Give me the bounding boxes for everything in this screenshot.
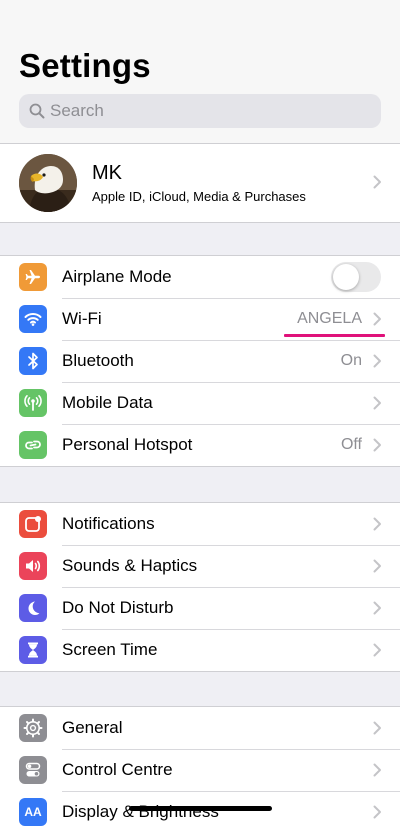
chevron-right-icon bbox=[373, 175, 381, 189]
row-separator bbox=[62, 340, 400, 341]
row-label: Mobile Data bbox=[62, 393, 153, 412]
row-label: Notifications bbox=[62, 514, 155, 533]
row-separator bbox=[62, 424, 400, 425]
bluetooth-status: On bbox=[340, 352, 362, 369]
settings-row-mobile-data[interactable]: Mobile Data bbox=[0, 382, 400, 424]
chevron-right-icon bbox=[373, 559, 381, 573]
chevron-right-icon bbox=[373, 517, 381, 531]
wifi-network-name: ANGELA bbox=[297, 310, 362, 327]
row-separator bbox=[62, 382, 400, 383]
chevron-right-icon bbox=[373, 721, 381, 735]
hotspot-chain-icon bbox=[19, 431, 47, 459]
avatar bbox=[19, 154, 77, 212]
notifications-icon bbox=[19, 510, 47, 538]
settings-row-bluetooth[interactable]: Bluetooth On bbox=[0, 340, 400, 382]
notifications-group: Notifications Sounds & Haptics Do Not Di… bbox=[0, 502, 400, 672]
home-indicator[interactable] bbox=[129, 806, 272, 811]
bluetooth-icon bbox=[19, 347, 47, 375]
chevron-right-icon bbox=[373, 805, 381, 819]
row-separator bbox=[62, 791, 400, 792]
row-label: Wi-Fi bbox=[62, 309, 102, 328]
row-separator bbox=[62, 298, 400, 299]
settings-row-notifications[interactable]: Notifications bbox=[0, 503, 400, 545]
row-label: Display & Brightness bbox=[62, 802, 219, 821]
gear-icon bbox=[19, 714, 47, 742]
row-separator bbox=[62, 545, 400, 546]
general-group: General Control Centre AA Display & Brig… bbox=[0, 706, 400, 833]
airplane-icon bbox=[19, 263, 47, 291]
row-separator bbox=[62, 749, 400, 750]
settings-row-sounds-haptics[interactable]: Sounds & Haptics bbox=[0, 545, 400, 587]
airplane-mode-toggle[interactable] bbox=[331, 262, 381, 292]
chevron-right-icon bbox=[373, 763, 381, 777]
row-label: Bluetooth bbox=[62, 351, 134, 370]
row-label: Personal Hotspot bbox=[62, 435, 193, 454]
chevron-right-icon bbox=[373, 643, 381, 657]
row-label: Airplane Mode bbox=[62, 267, 172, 286]
search-placeholder: Search bbox=[50, 101, 104, 120]
toggle-knob bbox=[333, 264, 359, 290]
speaker-icon bbox=[19, 552, 47, 580]
row-label: Do Not Disturb bbox=[62, 598, 174, 617]
hourglass-icon bbox=[19, 636, 47, 664]
settings-row-personal-hotspot[interactable]: Personal Hotspot Off bbox=[0, 424, 400, 466]
settings-row-general[interactable]: General bbox=[0, 707, 400, 749]
search-icon bbox=[28, 102, 46, 120]
wifi-icon bbox=[19, 305, 47, 333]
settings-row-display-brightness[interactable]: AA Display & Brightness bbox=[0, 791, 400, 833]
chevron-right-icon bbox=[373, 438, 381, 452]
chevron-right-icon bbox=[373, 354, 381, 368]
settings-row-do-not-disturb[interactable]: Do Not Disturb bbox=[0, 587, 400, 629]
profile-name: MK bbox=[92, 162, 122, 184]
profile-row[interactable]: MK Apple ID, iCloud, Media & Purchases bbox=[0, 143, 400, 223]
text-size-glyph: AA bbox=[24, 805, 42, 819]
connectivity-group: Airplane Mode Wi-Fi ANGELA Bluetooth On … bbox=[0, 255, 400, 467]
row-label: Control Centre bbox=[62, 760, 173, 779]
profile-subtitle: Apple ID, iCloud, Media & Purchases bbox=[92, 189, 306, 204]
settings-row-screen-time[interactable]: Screen Time bbox=[0, 629, 400, 671]
moon-icon bbox=[19, 594, 47, 622]
switches-icon bbox=[19, 756, 47, 784]
row-separator bbox=[62, 587, 400, 588]
chevron-right-icon bbox=[373, 601, 381, 615]
chevron-right-icon bbox=[373, 396, 381, 410]
row-label: Screen Time bbox=[62, 640, 158, 659]
header: Settings Search bbox=[0, 0, 400, 143]
row-label: General bbox=[62, 718, 123, 737]
search-bar[interactable]: Search bbox=[19, 94, 381, 128]
settings-row-control-centre[interactable]: Control Centre bbox=[0, 749, 400, 791]
wifi-highlight-underline bbox=[284, 334, 385, 337]
row-separator bbox=[62, 629, 400, 630]
row-label: Sounds & Haptics bbox=[62, 556, 198, 575]
text-size-icon: AA bbox=[19, 798, 47, 826]
page-title: Settings bbox=[19, 47, 151, 84]
settings-row-airplane-mode[interactable]: Airplane Mode bbox=[0, 256, 400, 298]
antenna-icon bbox=[19, 389, 47, 417]
chevron-right-icon bbox=[373, 312, 381, 326]
hotspot-status: Off bbox=[340, 436, 362, 453]
